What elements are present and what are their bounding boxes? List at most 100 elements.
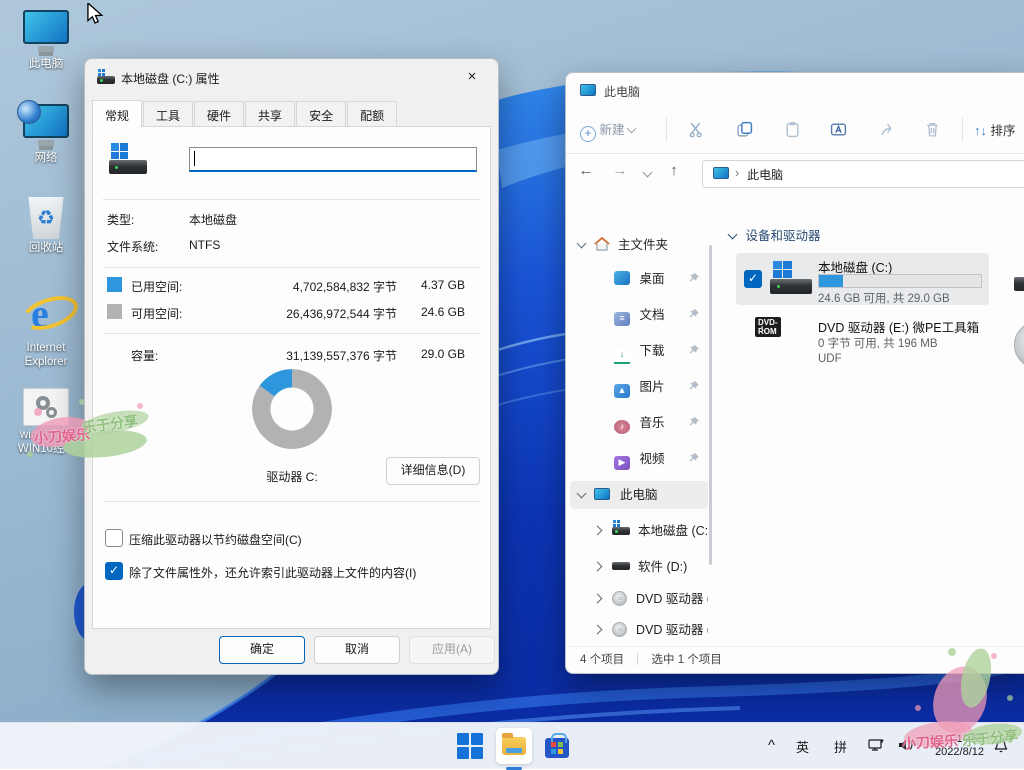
this-pc-icon (713, 167, 729, 179)
tab-tools[interactable]: 工具 (143, 101, 193, 129)
drive-c-chart-label: 驱动器 C: (232, 468, 352, 485)
tab-quota[interactable]: 配额 (347, 101, 397, 129)
up-icon[interactable]: ↑ (662, 162, 686, 179)
index-checkbox[interactable]: ✓ (105, 562, 123, 580)
tab-hardware[interactable]: 硬件 (194, 101, 244, 129)
sidebar-item-label: 文档 (639, 308, 664, 322)
sort-button[interactable]: ↑↓ 排序 (974, 120, 1016, 139)
desktop-icon-label: Internet Explorer (10, 342, 82, 370)
sidebar-item-home[interactable]: 主文件夹 (570, 231, 708, 259)
explorer-statusbar: 4 个项目 选中 1 个项目 (566, 646, 1024, 673)
sidebar-item-this-pc[interactable]: 此电脑 (570, 481, 708, 509)
pin-icon (688, 416, 700, 428)
copy-button[interactable] (730, 116, 758, 144)
new-button-label: 新建 (599, 123, 624, 137)
back-icon[interactable]: ← (574, 162, 598, 179)
notification-bell-icon[interactable]: zz (990, 736, 1009, 759)
dialog-titlebar[interactable]: 本地磁盘 (C:) 属性 × (85, 59, 498, 95)
desktop-icon-this-pc[interactable]: 此电脑 (10, 10, 82, 72)
sidebar-item-label: 音乐 (639, 416, 664, 430)
tray-chevron-up-icon[interactable]: ^ (768, 737, 775, 754)
tab-general[interactable]: 常规 (92, 100, 142, 129)
trash-icon (924, 121, 941, 138)
sidebar-item-dvd-e[interactable]: DVD 驱动器 (E (570, 585, 708, 613)
tab-sharing[interactable]: 共享 (245, 101, 295, 129)
tray-clock[interactable]: 14:55 2022/8/12 (922, 733, 984, 759)
chevron-right-icon (593, 594, 603, 604)
network-tray-icon[interactable] (868, 737, 885, 758)
history-chevron-icon[interactable] (644, 167, 651, 181)
desktop-icon-internet-explorer[interactable]: e Internet Explorer (10, 288, 82, 370)
disk-usage-bar (818, 274, 982, 288)
compress-checkbox[interactable] (105, 529, 123, 547)
taskbar-file-explorer-button[interactable] (496, 728, 532, 764)
sidebar-item-drive-c[interactable]: 本地磁盘 (C:) (570, 517, 708, 545)
sidebar-item-label: 本地磁盘 (C:) (638, 524, 708, 538)
download-icon: ↓ (614, 348, 630, 364)
rename-icon (830, 121, 847, 138)
file-item-drive-c[interactable]: ✓ 本地磁盘 (C:) 24.6 GB 可用, 共 29.0 GB (736, 253, 989, 305)
tray-date: 2022/8/12 (922, 746, 984, 759)
explorer-window-title: 此电脑 (604, 83, 640, 100)
desktop-icon-recycle-bin[interactable]: ♻ 回收站 (10, 197, 82, 256)
home-icon (594, 237, 610, 251)
start-button[interactable] (455, 731, 485, 761)
divider (103, 501, 480, 502)
cut-icon (688, 121, 705, 138)
tab-security[interactable]: 安全 (296, 101, 346, 129)
free-space-swatch (107, 304, 122, 319)
cut-button[interactable] (682, 116, 710, 144)
this-pc-icon (23, 10, 69, 44)
close-icon[interactable]: × (452, 63, 492, 91)
sidebar-item-dvd-f[interactable]: DVD 驱动器 (F (570, 616, 708, 644)
item-checkbox[interactable]: ✓ (744, 270, 762, 288)
sidebar-item-desktop[interactable]: 桌面 (570, 265, 708, 293)
microsoft-store-icon (545, 738, 569, 758)
ime-language-indicator[interactable]: 英 (796, 737, 809, 756)
internet-explorer-icon: e (23, 288, 69, 334)
chevron-down-icon (728, 230, 738, 240)
sidebar-item-drive-d[interactable]: 软件 (D:) (570, 553, 708, 581)
rename-button[interactable] (824, 116, 852, 144)
dialog-title: 本地磁盘 (C:) 属性 (121, 70, 220, 87)
sidebar-item-documents[interactable]: ≡ 文档 (570, 301, 708, 329)
index-checkbox-label[interactable]: 除了文件属性外，还允许索引此驱动器上文件的内容(I) (129, 564, 416, 581)
compress-checkbox-label[interactable]: 压缩此驱动器以节约磁盘空间(C) (129, 531, 302, 548)
taskbar-store-button[interactable] (542, 731, 572, 761)
details-button[interactable]: 详细信息(D) (386, 457, 480, 485)
sidebar-item-pictures[interactable]: ▲ 图片 (570, 373, 708, 401)
sidebar-item-label: 桌面 (639, 272, 664, 286)
paste-button[interactable] (778, 116, 806, 144)
sidebar-scrollbar[interactable] (709, 245, 712, 565)
sidebar-item-music[interactable]: ♪ 音乐 (570, 409, 708, 437)
delete-button[interactable] (918, 116, 946, 144)
dvd-disc-icon: DVD-ROM (760, 320, 762, 336)
volume-tray-icon[interactable] (897, 737, 914, 758)
ime-mode-indicator[interactable]: 拼 (834, 737, 847, 756)
file-item-dvd-e[interactable]: DVD-ROM DVD 驱动器 (E:) 微PE工具箱 0 字节 可用, 共 1… (736, 315, 989, 377)
desktop-icon-label-line2: WIN10经... (10, 443, 82, 457)
desktop-icon-win11-restore[interactable]: win11恢复 WIN10经... (10, 388, 82, 457)
breadcrumb[interactable]: 此电脑 (747, 166, 783, 183)
drive-label-input[interactable] (189, 147, 477, 172)
cancel-button[interactable]: 取消 (314, 636, 400, 664)
ok-button[interactable]: 确定 (219, 636, 305, 664)
forward-icon[interactable]: → (608, 162, 632, 179)
filesystem-label: 文件系统: (107, 238, 158, 255)
explorer-navbar: ← → ↑ › 此电脑 (566, 153, 1024, 195)
status-selected-count: 选中 1 个项目 (652, 654, 722, 666)
chevron-right-icon (593, 625, 603, 635)
group-header-devices-and-drives[interactable]: 设备和驱动器 (729, 225, 821, 244)
new-button[interactable]: + 新建 (580, 119, 635, 142)
capacity-label: 容量: (131, 347, 158, 364)
sidebar-item-label: DVD 驱动器 (E (636, 592, 708, 606)
address-bar[interactable]: › 此电脑 (702, 160, 1024, 188)
sidebar-item-downloads[interactable]: ↓ 下载 (570, 337, 708, 365)
capacity-bytes: 31,139,557,376 字节 (233, 347, 397, 364)
share-button[interactable] (872, 116, 900, 144)
folder-icon (502, 737, 526, 755)
apply-button[interactable]: 应用(A) (409, 636, 495, 664)
desktop-icon-network[interactable]: 网络 (10, 104, 82, 166)
explorer-titlebar[interactable]: 此电脑 (566, 73, 1024, 107)
sidebar-item-videos[interactable]: ▶ 视频 (570, 445, 708, 473)
